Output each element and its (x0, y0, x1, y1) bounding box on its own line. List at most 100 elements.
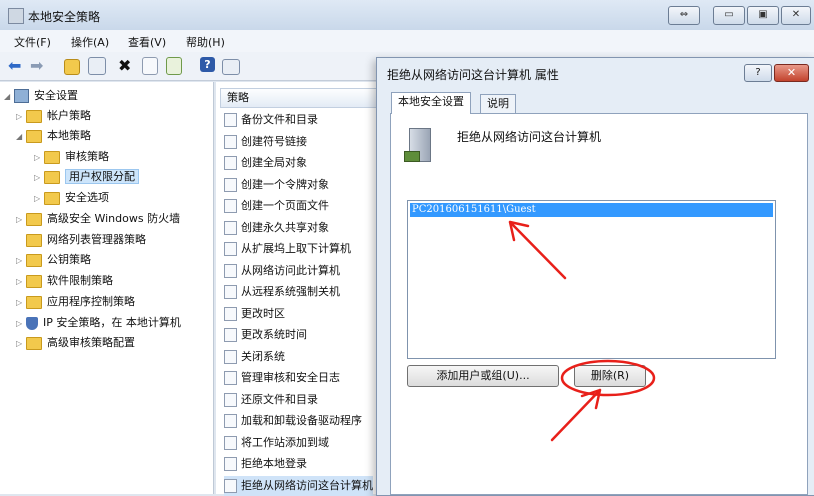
policy-list-item-label: 拒绝本地登录 (241, 457, 307, 470)
maximize-button[interactable]: ▣ (747, 6, 779, 25)
policy-list-item-label: 拒绝从网络访问这台计算机 (241, 478, 373, 492)
policy-list-item[interactable]: 从扩展坞上取下计算机 (224, 239, 351, 259)
menu-view[interactable]: 查看(V) (128, 34, 166, 50)
column-header-policy[interactable]: 策略 (220, 88, 378, 108)
remove-button[interactable]: 删除(R) (574, 365, 646, 387)
policy-list-item[interactable]: 从网络访问此计算机 (224, 261, 340, 281)
policy-list-item-label: 将工作站添加到域 (241, 435, 329, 449)
tree-item-app-control[interactable]: ▷ 应用程序控制策略 (16, 293, 135, 311)
collapse-arrow-icon[interactable]: ▷ (16, 294, 26, 312)
policy-icon (224, 113, 237, 127)
forward-arrow-icon[interactable]: ➡ (30, 57, 48, 75)
tree-item-local-policies[interactable]: ◢ 本地策略 (16, 127, 91, 145)
menu-action[interactable]: 操作(A) (71, 34, 109, 50)
policy-icon (224, 156, 237, 170)
tree-item-public-key-policies[interactable]: ▷ 公钥策略 (16, 251, 91, 269)
tree-item-windows-firewall[interactable]: ▷ 高级安全 Windows 防火墙 (16, 210, 180, 228)
policy-list-item-label: 关闭系统 (241, 349, 285, 363)
policy-icon (224, 199, 237, 213)
policy-list-item[interactable]: 管理审核和安全日志 (224, 368, 340, 388)
policy-list-item[interactable]: 拒绝从网络访问这台计算机 (224, 475, 373, 496)
dialog-close-button[interactable]: ✕ (774, 64, 809, 82)
tree-item-advanced-audit[interactable]: ▷ 高级审核策略配置 (16, 334, 135, 352)
tree-item-label: 应用程序控制策略 (47, 295, 135, 308)
collapse-arrow-icon[interactable]: ▷ (16, 211, 26, 229)
console-view-icon[interactable] (222, 59, 240, 75)
policy-list-item-label: 创建永久共享对象 (241, 220, 329, 234)
tree-item-software-restriction[interactable]: ▷ 软件限制策略 (16, 272, 113, 290)
dialog-help-button[interactable]: ? (744, 64, 772, 82)
tree-item-audit-policy[interactable]: ▷ 审核策略 (34, 148, 109, 166)
dialog-title: 拒绝从网络访问这台计算机 属性 (387, 68, 559, 82)
policy-list-item[interactable]: 更改系统时间 (224, 325, 307, 345)
policy-list-item[interactable]: 备份文件和目录 (224, 110, 318, 130)
expand-arrow-icon[interactable]: ◢ (4, 88, 14, 106)
policy-list-item[interactable]: 还原文件和目录 (224, 390, 318, 410)
policy-name: 拒绝从网络访问这台计算机 (457, 130, 602, 144)
tree-item-network-list-manager[interactable]: 网络列表管理器策略 (16, 231, 146, 249)
policy-icon (224, 414, 237, 428)
policy-list-item-label: 加载和卸载设备驱动程序 (241, 414, 362, 427)
policy-computer-icon (404, 128, 431, 162)
folder-icon (26, 109, 42, 123)
collapse-arrow-icon[interactable]: ▷ (16, 108, 26, 126)
list-item-guest[interactable]: PC201606151611\Guest (410, 203, 773, 217)
properties-icon[interactable] (142, 57, 158, 75)
minimize-button[interactable]: ▭ (713, 6, 745, 25)
tree-item-label: 高级审核策略配置 (47, 336, 135, 349)
menu-help[interactable]: 帮助(H) (186, 34, 225, 50)
tree-item-label: 本地策略 (47, 129, 91, 142)
policy-list-item[interactable]: 创建永久共享对象 (224, 218, 329, 238)
collapse-arrow-icon[interactable]: ▷ (34, 149, 44, 167)
show-hide-tree-icon[interactable] (88, 57, 106, 75)
policy-list-item[interactable]: 拒绝本地登录 (224, 454, 307, 474)
help-icon[interactable]: ? (200, 57, 215, 72)
policy-list-item[interactable]: 将工作站添加到域 (224, 433, 329, 453)
policy-list-item-label: 从网络访问此计算机 (241, 263, 340, 277)
policy-icon (224, 328, 237, 342)
policy-list-item-label: 从远程系统强制关机 (241, 285, 340, 298)
policy-icon (224, 349, 237, 364)
tab-explain[interactable]: 说明 (480, 94, 516, 114)
policy-list-item[interactable]: 关闭系统 (224, 347, 285, 367)
tree-item-user-rights-assignment[interactable]: ▷ 用户权限分配 (34, 168, 139, 186)
tree-item-account-policies[interactable]: ▷ 帐户策略 (16, 107, 91, 125)
up-folder-icon[interactable] (64, 59, 80, 75)
expand-arrow-icon[interactable]: ◢ (16, 128, 26, 146)
policy-list-item[interactable]: 从远程系统强制关机 (224, 282, 340, 302)
policy-list-item[interactable]: 创建一个令牌对象 (224, 175, 329, 195)
delete-icon[interactable]: ✖ (118, 57, 136, 75)
policy-list-item[interactable]: 更改时区 (224, 304, 285, 324)
collapse-arrow-icon[interactable]: ▷ (16, 273, 26, 291)
policy-icon (224, 220, 237, 235)
close-button[interactable]: ✕ (781, 6, 811, 25)
collapse-arrow-icon[interactable]: ▷ (34, 190, 44, 208)
tree-item-label: 公钥策略 (47, 253, 91, 266)
policy-list-item[interactable]: 创建全局对象 (224, 153, 307, 173)
tree-item-ip-security[interactable]: ▷ IP 安全策略，在 本地计算机 (16, 314, 181, 332)
collapse-arrow-icon[interactable]: ▷ (16, 315, 26, 333)
policy-icon (224, 435, 237, 450)
security-settings-icon (14, 89, 29, 103)
policy-list-item[interactable]: 加载和卸载设备驱动程序 (224, 411, 362, 431)
add-user-or-group-button[interactable]: 添加用户或组(U)... (407, 365, 559, 387)
tree-item-security-settings[interactable]: ◢ 安全设置 (4, 87, 78, 105)
tree-item-security-options[interactable]: ▷ 安全选项 (34, 189, 109, 207)
users-listbox[interactable]: PC201606151611\Guest (407, 200, 776, 359)
policy-list-item-label: 更改系统时间 (241, 328, 307, 341)
folder-icon (26, 212, 42, 226)
tab-local-security-setting[interactable]: 本地安全设置 (391, 92, 471, 114)
back-arrow-icon[interactable]: ⬅ (8, 57, 26, 75)
policy-list-pane: 策略 备份文件和目录 创建符号链接 创建全局对象 创建一个令牌对象 创建一个页面文件创建… (216, 82, 378, 496)
policy-list-item[interactable]: 创建符号链接 (224, 132, 307, 152)
menu-file[interactable]: 文件(F) (14, 34, 51, 50)
restore-layout-button[interactable]: ⇔ (668, 6, 700, 25)
policy-list-item[interactable]: 创建一个页面文件 (224, 196, 329, 216)
tree-pane: ◢ 安全设置 ▷ 帐户策略 ◢ 本地策略 ▷ 审核策略 ▷ 用户权限分配 ▷ 安全选项 ▷ 高… (0, 82, 214, 494)
collapse-arrow-icon[interactable]: ▷ (34, 169, 44, 187)
collapse-arrow-icon[interactable]: ▷ (16, 335, 26, 353)
tree-item-label: 安全选项 (65, 191, 109, 204)
tree-item-label: 高级安全 Windows 防火墙 (47, 212, 181, 225)
collapse-arrow-icon[interactable]: ▷ (16, 252, 26, 270)
export-list-icon[interactable] (166, 57, 182, 75)
